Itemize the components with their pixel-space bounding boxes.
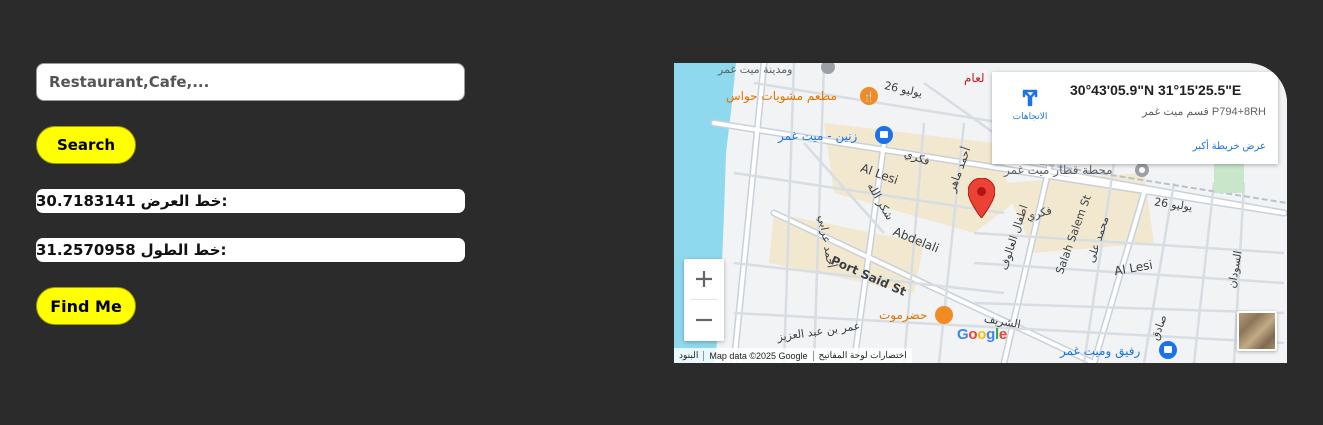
- longitude-value: 31.2570958: [36, 241, 136, 259]
- poi-refai-label[interactable]: رفيق وميت غمر: [1060, 344, 1140, 358]
- search-input[interactable]: [36, 63, 465, 101]
- poi-hadramout-label[interactable]: حضرموت: [879, 308, 927, 322]
- area-madina-label: ومدينة ميت غمر: [718, 63, 793, 76]
- latitude-display: خط العرض: 30.7183141: [36, 189, 465, 213]
- zoom-in-button[interactable]: [684, 259, 724, 299]
- place-info-card: الاتجاهات 30°43'05.9"N 31°15'25.5"E P794…: [992, 72, 1278, 164]
- map-attribution-bar: البنود Map data ©2025 Google اختصارات لو…: [674, 348, 912, 363]
- map-embed[interactable]: 🍴 مطعم مشويات حواس زنين - ميت غمر ومدينة…: [674, 63, 1287, 363]
- poi-station-label[interactable]: محطة قطار ميت غمر: [1004, 163, 1113, 177]
- longitude-display: خط الطول: 31.2570958: [36, 238, 465, 262]
- poi-zeinab-label[interactable]: زنين - ميت غمر: [778, 129, 857, 143]
- directions-label[interactable]: الاتجاهات: [1004, 111, 1056, 122]
- map-data-text: Map data ©2025 Google: [709, 350, 808, 361]
- longitude-label: خط الطول:: [140, 241, 227, 259]
- latitude-value: 30.7183141: [36, 192, 136, 210]
- svg-text:🍴: 🍴: [863, 90, 875, 103]
- search-button[interactable]: Search: [36, 126, 136, 164]
- place-plus-code: P794+8RH قسم ميت غمر: [1142, 106, 1266, 118]
- satellite-toggle-button[interactable]: [1237, 311, 1277, 351]
- terms-link[interactable]: البنود: [674, 350, 703, 361]
- minus-icon: [696, 318, 712, 322]
- zoom-control: [684, 259, 724, 341]
- plus-icon: [696, 271, 712, 287]
- poi-hawas-label[interactable]: مطعم مشويات حواس: [726, 89, 837, 103]
- view-larger-map-link[interactable]: عرض خريطة أكبر: [1193, 141, 1266, 152]
- area-aam-label: لعام: [964, 71, 985, 85]
- latitude-label: خط العرض:: [140, 192, 228, 210]
- directions-icon[interactable]: [1018, 84, 1042, 108]
- find-me-button[interactable]: Find Me: [36, 287, 136, 325]
- place-coordinates: 30°43'05.9"N 31°15'25.5"E: [1070, 82, 1242, 98]
- zoom-out-button[interactable]: [684, 300, 724, 340]
- google-logo: Google: [957, 326, 1007, 343]
- location-pin-icon[interactable]: [968, 178, 995, 218]
- keyboard-shortcuts-link[interactable]: اختصارات لوحة المفاتيح: [814, 350, 912, 361]
